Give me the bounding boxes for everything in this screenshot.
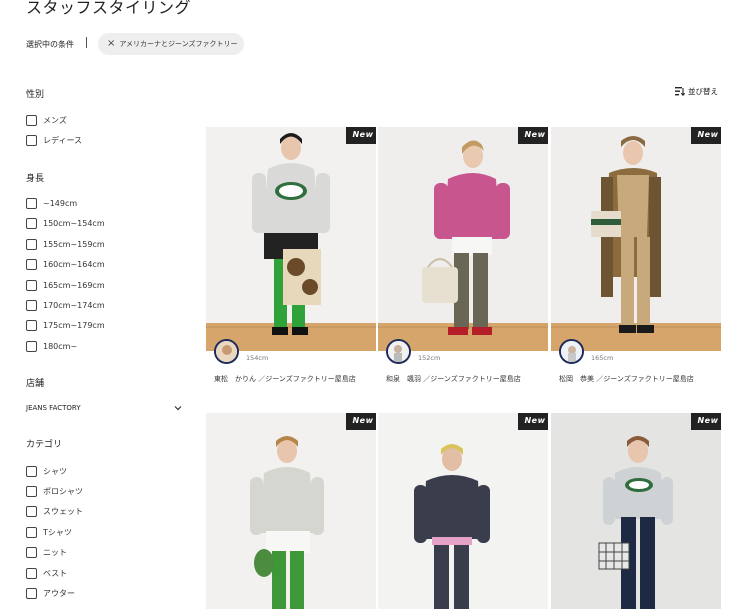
filter-height-title: 身長 (26, 174, 45, 184)
checkbox-label: ベスト (43, 568, 68, 578)
checkbox[interactable] (26, 238, 37, 250)
styling-photo[interactable]: New (378, 127, 548, 351)
filter-category-option[interactable]: Tシャツ (26, 526, 72, 538)
staff-height: 152cm (418, 354, 441, 362)
checkbox-label: 175cm~179cm (43, 320, 105, 330)
condition-chip-label: アメリカーナとジーンズファクトリー (119, 40, 238, 48)
checkbox-label: ~149cm (43, 198, 78, 208)
checkbox[interactable] (26, 279, 37, 291)
filter-height-option[interactable]: 175cm~179cm (26, 319, 105, 331)
filter-height-option[interactable]: 180cm~ (26, 340, 77, 352)
checkbox-label: 160cm~164cm (43, 259, 105, 269)
filter-gender-ladies[interactable]: レディース (26, 134, 82, 146)
divider (86, 37, 87, 48)
checkbox-label: スウェット (43, 506, 83, 516)
checkbox-label: 155cm~159cm (43, 239, 105, 249)
checkbox-label: ニット (43, 547, 67, 557)
checkbox-label: シャツ (43, 466, 67, 476)
new-badge: New (691, 413, 721, 430)
checkbox[interactable] (26, 567, 37, 579)
staff-name[interactable]: 東松 かりん ／ジーンズファクトリー屋島店 (214, 373, 382, 386)
checkbox[interactable] (26, 319, 37, 331)
store-select[interactable]: JEANS FACTORY (26, 402, 182, 414)
selected-conditions-label: 選択中の条件 (26, 40, 74, 49)
checkbox[interactable] (26, 114, 37, 126)
filter-category-option[interactable]: ベスト (26, 567, 67, 579)
filter-category-option[interactable]: ポロシャツ (26, 485, 83, 497)
checkbox[interactable] (26, 217, 37, 229)
new-badge: New (346, 413, 376, 430)
chevron-down-icon (174, 406, 182, 411)
styling-photo[interactable]: New (206, 413, 376, 609)
filter-height-option[interactable]: 150cm~154cm (26, 217, 105, 229)
filter-gender-mens[interactable]: メンズ (26, 114, 67, 126)
filter-height-option[interactable]: 170cm~174cm (26, 299, 105, 311)
checkbox-label: ポロシャツ (43, 486, 83, 496)
styling-photo[interactable]: New (378, 413, 548, 609)
checkbox[interactable] (26, 505, 37, 517)
checkbox-label: 150cm~154cm (43, 218, 105, 228)
checkbox-label: 170cm~174cm (43, 300, 105, 310)
filter-height-option[interactable]: 155cm~159cm (26, 238, 105, 250)
filter-store-title: 店舗 (26, 379, 45, 389)
new-badge: New (518, 127, 548, 144)
checkbox[interactable] (26, 299, 37, 311)
checkbox-label: アウター (43, 588, 75, 598)
new-badge: New (691, 127, 721, 144)
checkbox-label: メンズ (43, 115, 67, 125)
checkbox-label: 165cm~169cm (43, 280, 105, 290)
checkbox[interactable] (26, 340, 37, 352)
checkbox[interactable] (26, 258, 37, 270)
checkbox[interactable] (26, 197, 37, 209)
filter-height-option[interactable]: ~149cm (26, 197, 77, 209)
staff-name[interactable]: 和泉 颯羽 ／ジーンズファクトリー屋島店 (386, 373, 554, 386)
styling-photo[interactable]: New (551, 413, 721, 609)
filter-category-option[interactable]: ニット (26, 546, 67, 558)
checkbox[interactable] (26, 465, 37, 477)
checkbox-label: Tシャツ (43, 527, 72, 537)
store-select-value: JEANS FACTORY (26, 404, 81, 412)
checkbox[interactable] (26, 587, 37, 599)
checkbox[interactable] (26, 546, 37, 558)
checkbox[interactable] (26, 134, 37, 146)
checkbox[interactable] (26, 485, 37, 497)
sort-icon (675, 87, 685, 96)
avatar (559, 339, 584, 364)
page-title: スタッフスタイリング (26, 0, 192, 17)
sort-label: 並び替え (688, 87, 718, 96)
staff-height: 165cm (591, 354, 614, 362)
condition-chip[interactable]: × アメリカーナとジーンズファクトリー (98, 33, 244, 55)
avatar (214, 339, 239, 364)
styling-photo[interactable]: New (206, 127, 376, 351)
new-badge: New (346, 127, 376, 144)
filter-category-option[interactable]: シャツ (26, 465, 67, 477)
filter-category-option[interactable]: アウター (26, 587, 75, 599)
filter-height-option[interactable]: 160cm~164cm (26, 258, 105, 270)
checkbox[interactable] (26, 526, 37, 538)
checkbox-label: レディース (43, 135, 83, 145)
filter-height-option[interactable]: 165cm~169cm (26, 279, 105, 291)
avatar (386, 339, 411, 364)
sort-button[interactable]: 並び替え (675, 86, 718, 97)
close-icon[interactable]: × (107, 39, 115, 49)
staff-height: 154cm (246, 354, 269, 362)
filter-category-option[interactable]: スウェット (26, 505, 83, 517)
styling-photo[interactable]: New (551, 127, 721, 351)
filter-gender-title: 性別 (26, 90, 45, 100)
new-badge: New (518, 413, 548, 430)
filter-category-title: カテゴリ (26, 440, 63, 450)
staff-name[interactable]: 松岡 恭美 ／ジーンズファクトリー屋島店 (559, 373, 727, 386)
checkbox-label: 180cm~ (43, 341, 78, 351)
